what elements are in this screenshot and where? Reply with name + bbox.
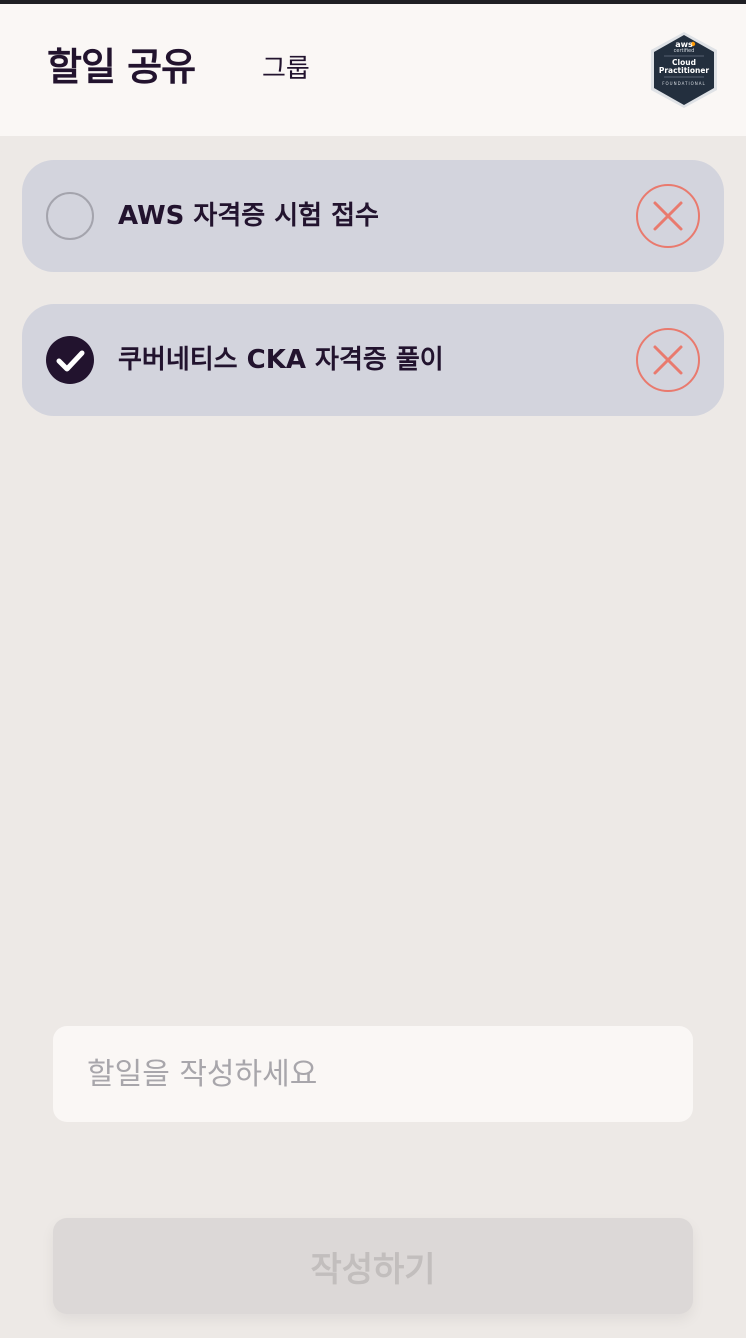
checkmark-icon — [56, 350, 85, 372]
badge-foundational-text: FOUNDATIONAL — [662, 81, 706, 86]
close-icon — [653, 345, 683, 375]
badge-practitioner-text: Practitioner — [658, 66, 710, 75]
group-tab-link[interactable]: 그룹 — [262, 56, 310, 82]
delete-todo-button[interactable] — [636, 184, 700, 248]
todo-item: 쿠버네티스 CKA 자격증 풀이 — [22, 304, 724, 416]
todo-text: 쿠버네티스 CKA 자격증 풀이 — [118, 345, 444, 375]
submit-todo-button[interactable]: 작성하기 — [53, 1218, 693, 1314]
close-icon — [653, 201, 683, 231]
todo-input[interactable] — [53, 1026, 693, 1122]
todo-checkbox-checked[interactable] — [46, 336, 94, 384]
todo-list: AWS 자격증 시험 접수 쿠버네티스 CKA 자격증 풀이 — [0, 136, 746, 962]
aws-certified-badge-icon[interactable]: aws certified Cloud Practitioner FOUNDAT… — [648, 30, 720, 110]
badge-certified-text: certified — [673, 48, 695, 54]
empty-circle-icon — [48, 194, 96, 242]
todo-text: AWS 자격증 시험 접수 — [118, 201, 379, 231]
app-header: 할일 공유 그룹 aws certified Cloud Practitione… — [0, 4, 746, 136]
todo-checkbox-unchecked[interactable] — [46, 192, 94, 240]
todo-composer: 작성하기 — [0, 962, 746, 1338]
delete-todo-button[interactable] — [636, 328, 700, 392]
page-title: 할일 공유 — [47, 45, 196, 89]
todo-item: AWS 자격증 시험 접수 — [22, 160, 724, 272]
